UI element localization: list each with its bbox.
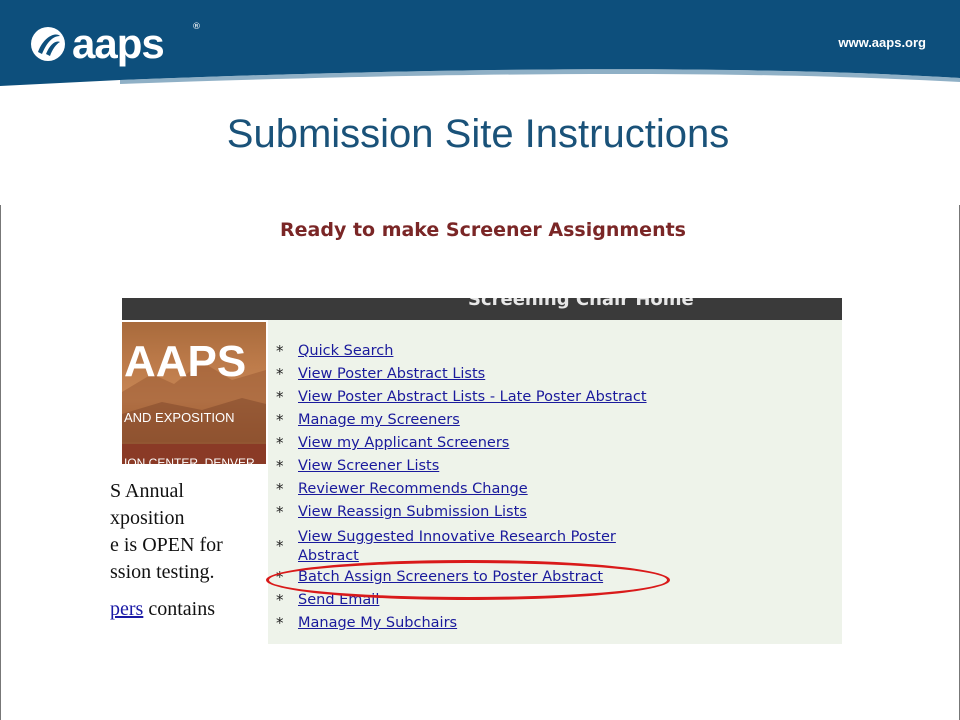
- menu-item-reviewer-recommends: * Reviewer Recommends Change: [276, 480, 836, 503]
- site-url[interactable]: www.aaps.org: [838, 35, 926, 50]
- intro-link-line: pers contains: [110, 596, 260, 623]
- menu-item-quick-search: * Quick Search: [276, 342, 836, 365]
- bullet: *: [276, 568, 284, 586]
- aaps-logo[interactable]: aaps ®: [30, 20, 201, 67]
- registered-mark: ®: [192, 22, 201, 32]
- menu-item-poster-lists: * View Poster Abstract Lists: [276, 365, 836, 388]
- view-screener-lists-link[interactable]: View Screener Lists: [298, 457, 439, 476]
- menu-item-applicant-screeners: * View my Applicant Screeners: [276, 434, 836, 457]
- intro-tail: contains: [143, 598, 215, 620]
- logo-wordmark: aaps: [72, 20, 165, 67]
- menu-item-manage-subchairs: * Manage My Subchairs: [276, 614, 836, 637]
- view-poster-abstract-lists-link[interactable]: View Poster Abstract Lists: [298, 365, 485, 384]
- aaps-swoosh-icon: [31, 27, 65, 61]
- screening-chair-menu: * Quick Search * View Poster Abstract Li…: [276, 342, 836, 637]
- left-divider: [0, 205, 1, 720]
- bullet: *: [276, 411, 284, 429]
- bullet: *: [276, 591, 284, 609]
- manage-my-subchairs-link[interactable]: Manage My Subchairs: [298, 614, 457, 633]
- screenshot-header-bar: Screening Chair Home: [122, 298, 842, 320]
- bullet: *: [276, 365, 284, 383]
- screening-chair-home-title: Screening Chair Home: [468, 298, 694, 310]
- slide-subtitle: Ready to make Screener Assignments: [280, 219, 686, 241]
- send-email-link[interactable]: Send Email: [298, 591, 379, 610]
- bullet: *: [276, 457, 284, 475]
- bullet: *: [276, 503, 284, 521]
- bullet: *: [276, 614, 284, 632]
- screening-chair-menu-panel: * Quick Search * View Poster Abstract Li…: [268, 320, 842, 644]
- intro-line: S Annual: [110, 480, 184, 502]
- menu-item-send-email: * Send Email: [276, 591, 836, 614]
- conference-banner-image: AAPS AND EXPOSITION ION CENTER, DENVER: [122, 322, 266, 464]
- intro-text: S Annual xposition e is OPEN for ssion t…: [110, 478, 260, 623]
- conference-logo-text: AAPS: [124, 337, 247, 386]
- menu-item-innovative-research: * View Suggested Innovative Research Pos…: [276, 526, 836, 568]
- menu-item-manage-screeners: * Manage my Screeners: [276, 411, 836, 434]
- menu-item-screener-lists: * View Screener Lists: [276, 457, 836, 480]
- intro-line: e is OPEN for: [110, 534, 223, 556]
- bullet: *: [276, 388, 284, 406]
- menu-item-late-poster-lists: * View Poster Abstract Lists - Late Post…: [276, 388, 836, 411]
- view-late-poster-abstract-lists-link[interactable]: View Poster Abstract Lists - Late Poster…: [298, 388, 647, 407]
- bullet: *: [276, 434, 284, 452]
- header-banner: aaps ® www.aaps.org: [0, 0, 960, 96]
- embedded-screenshot: Screening Chair Home AAPS AND EXPOSITION…: [110, 298, 842, 644]
- intro-line: ssion testing.: [110, 561, 215, 583]
- menu-item-reassign-lists: * View Reassign Submission Lists: [276, 503, 836, 526]
- conference-expo-text: AND EXPOSITION: [124, 410, 235, 425]
- view-suggested-innovative-research-link[interactable]: View Suggested Innovative Research Poste…: [298, 528, 658, 566]
- view-applicant-screeners-link[interactable]: View my Applicant Screeners: [298, 434, 509, 453]
- reviewer-recommends-change-link[interactable]: Reviewer Recommends Change: [298, 480, 528, 499]
- conference-venue-text: ION CENTER, DENVER: [124, 456, 255, 464]
- quick-search-link[interactable]: Quick Search: [298, 342, 393, 361]
- manage-my-screeners-link[interactable]: Manage my Screeners: [298, 411, 460, 430]
- view-reassign-submission-lists-link[interactable]: View Reassign Submission Lists: [298, 503, 527, 522]
- intro-line: xposition: [110, 507, 185, 529]
- bullet: *: [276, 537, 284, 555]
- batch-assign-screeners-link[interactable]: Batch Assign Screeners to Poster Abstrac…: [298, 568, 603, 587]
- bullet: *: [276, 480, 284, 498]
- slide-title: Submission Site Instructions: [226, 112, 730, 156]
- bullet: *: [276, 342, 284, 360]
- papers-link[interactable]: pers: [110, 598, 143, 620]
- menu-item-batch-assign: * Batch Assign Screeners to Poster Abstr…: [276, 568, 836, 591]
